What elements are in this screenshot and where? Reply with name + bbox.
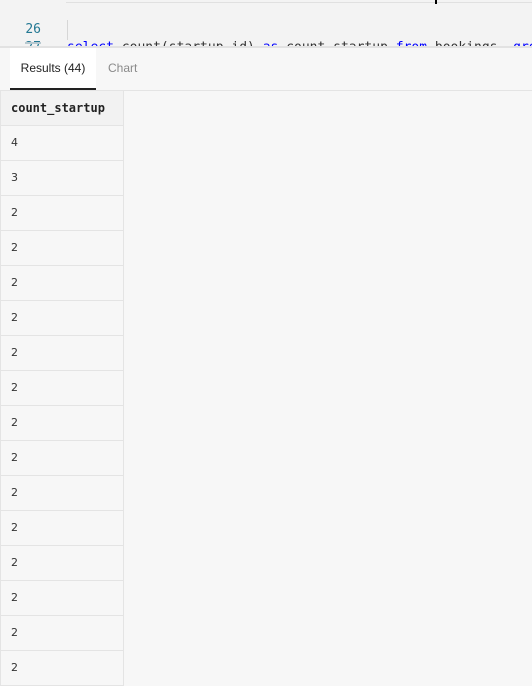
table-cell[interactable]: 2 (1, 441, 123, 476)
table-body: 4322222222222222 (1, 126, 123, 686)
code-line-27[interactable]: 27 order by count_startup desc (0, 21, 41, 46)
text-cursor (435, 0, 437, 4)
sql-keyword: from (395, 40, 428, 48)
table-cell[interactable]: 2 (1, 196, 123, 231)
table-cell[interactable]: 2 (1, 371, 123, 406)
sql-keyword: group (513, 40, 532, 48)
table-cell[interactable]: 2 (1, 546, 123, 581)
sql-keyword: as (262, 40, 279, 48)
next-line-number-partial (25, 42, 41, 44)
sql-text: bookings (427, 40, 514, 48)
table-cell[interactable]: 2 (1, 266, 123, 301)
code-line-26[interactable]: 26 select count(startup_id) as count_sta… (0, 3, 532, 46)
table-cell[interactable]: 2 (1, 616, 123, 651)
table-cell[interactable]: 4 (1, 126, 123, 161)
results-table: count_startup 4322222222222222 (0, 91, 124, 686)
column-header-count-startup[interactable]: count_startup (1, 91, 123, 126)
sql-text: count(startup_id) (113, 40, 263, 48)
table-cell[interactable]: 2 (1, 511, 123, 546)
table-cell[interactable]: 3 (1, 161, 123, 196)
table-cell[interactable]: 2 (1, 651, 123, 686)
results-tabs: Results (44) Chart (0, 48, 532, 91)
tab-results[interactable]: Results (44) (10, 48, 96, 90)
table-cell[interactable]: 2 (1, 336, 123, 371)
sql-keyword: select (67, 40, 114, 48)
indent-guide (67, 20, 68, 40)
table-cell[interactable]: 2 (1, 406, 123, 441)
tab-chart[interactable]: Chart (108, 48, 137, 88)
table-cell[interactable]: 2 (1, 476, 123, 511)
sql-editor[interactable]: 26 select count(startup_id) as count_sta… (0, 0, 532, 48)
table-cell[interactable]: 2 (1, 301, 123, 336)
table-cell[interactable]: 2 (1, 231, 123, 266)
code-text: select count(startup_id) as count_startu… (67, 39, 532, 48)
table-cell[interactable]: 2 (1, 581, 123, 616)
sql-text: count_startup (278, 40, 396, 48)
editor-previous-line (66, 0, 532, 3)
